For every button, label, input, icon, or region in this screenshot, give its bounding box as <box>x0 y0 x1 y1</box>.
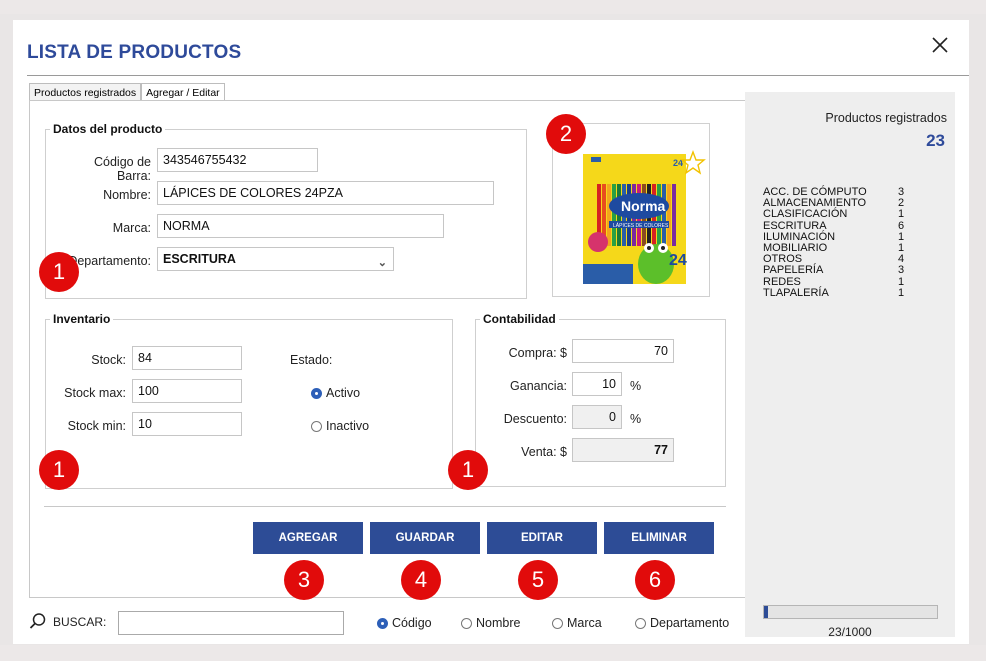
radio-unselected-icon <box>552 617 563 629</box>
search-input[interactable] <box>118 611 344 635</box>
search-option-label: Código <box>392 616 432 630</box>
search-label: BUSCAR: <box>53 615 107 629</box>
inventario-group: Inventario Stock: 84 Stock max: 100 Stoc… <box>45 312 453 489</box>
department-list: ACC. DE CÓMPUTO 3 ALMACENAMIENTO 2 CLASIFI… <box>763 186 923 299</box>
stock-min-input[interactable]: 10 <box>132 412 242 436</box>
annotation-badge-1-datos: 1 <box>39 252 79 292</box>
estado-label: Estado: <box>290 353 333 367</box>
tab-productos-registrados[interactable]: Productos registrados <box>29 83 142 101</box>
contabilidad-group: Contabilidad Compra: $ 70 Ganancia: 10 %… <box>475 312 726 487</box>
department-name: CLASIFICACIÓN <box>763 208 848 221</box>
department-name: TLAPALERÍA <box>763 286 829 299</box>
tab-panel-agregar-editar: Datos del producto Código de Barra: 3435… <box>29 100 749 600</box>
close-icon <box>932 37 948 53</box>
nombre-label: Nombre: <box>103 188 151 202</box>
stock-label: Stock: <box>91 353 126 367</box>
search-by-codigo-radio[interactable]: Código <box>377 616 432 630</box>
buttons-divider <box>44 506 726 507</box>
search-option-label: Marca <box>567 616 602 630</box>
radio-unselected-icon <box>635 617 646 629</box>
capacity-progress-bar <box>763 605 938 619</box>
descuento-input: 0 <box>572 405 622 429</box>
department-name: PAPELERÍA <box>763 264 824 277</box>
contabilidad-title: Contabilidad <box>480 312 559 326</box>
departamento-select[interactable]: ESCRITURA ⌄ <box>157 247 394 271</box>
estado-inactivo-label: Inactivo <box>326 419 370 433</box>
search-by-marca-radio[interactable]: Marca <box>552 616 602 630</box>
radio-selected-icon <box>377 617 388 629</box>
search-bar: BUSCAR: Código Nombre Marca Departamento <box>29 610 739 636</box>
annotation-badge-4-guardar: 4 <box>401 560 441 600</box>
eliminar-button[interactable]: ELIMINAR <box>604 522 714 554</box>
annotation-badge-6-eliminar: 6 <box>635 560 675 600</box>
stock-input[interactable]: 84 <box>132 346 242 370</box>
product-list-dialog: LISTA DE PRODUCTOS Productos registrados… <box>13 20 969 644</box>
tab-agregar-editar[interactable]: Agregar / Editar <box>141 83 225 101</box>
datos-producto-title: Datos del producto <box>50 122 166 136</box>
background-bottom-strip <box>0 645 986 661</box>
search-option-label: Nombre <box>476 616 521 630</box>
search-by-departamento-radio[interactable]: Departamento <box>635 616 729 630</box>
department-row: TLAPALERÍA 1 <box>763 286 923 299</box>
search-option-label: Departamento <box>650 616 730 630</box>
tab-strip: Productos registrados Agregar / Editar <box>29 83 225 101</box>
guardar-button[interactable]: GUARDAR <box>370 522 480 554</box>
nombre-input[interactable]: LÁPICES DE COLORES 24PZA <box>157 181 494 205</box>
radio-unselected-icon <box>311 420 322 432</box>
department-row: CLASIFICACIÓN 1 <box>763 209 923 220</box>
editar-button[interactable]: EDITAR <box>487 522 597 554</box>
stock-max-label: Stock max: <box>64 386 126 400</box>
stock-min-label: Stock min: <box>67 419 126 433</box>
product-subtitle: LÁPICES DE COLORES <box>613 222 669 229</box>
venta-output: 77 <box>572 438 674 462</box>
estado-activo-label: Activo <box>326 386 361 400</box>
stock-max-input[interactable]: 100 <box>132 379 242 403</box>
venta-label: Venta: $ <box>521 445 567 459</box>
capacity-progress-fill <box>764 606 768 618</box>
compra-input[interactable]: 70 <box>572 339 674 363</box>
agregar-button[interactable]: AGREGAR <box>253 522 363 554</box>
codigo-input[interactable]: 343546755432 <box>157 148 318 172</box>
radio-selected-icon <box>311 387 322 399</box>
annotation-badge-5-editar: 5 <box>518 560 558 600</box>
title-divider <box>27 75 969 76</box>
sidebar-total-count: 23 <box>926 131 945 150</box>
annotation-badge-1-contabilidad: 1 <box>448 450 488 490</box>
descuento-unit: % <box>630 412 642 426</box>
product-brand: Norma <box>621 198 666 214</box>
sidebar-title: Productos registrados <box>825 111 947 125</box>
chevron-down-icon: ⌄ <box>377 257 387 269</box>
department-count: 1 <box>898 286 905 299</box>
codigo-label: Código de Barra: <box>94 155 151 183</box>
department-row: PAPELERÍA 3 <box>763 265 923 276</box>
product-count: 24 <box>669 252 687 269</box>
estado-inactivo-radio[interactable]: Inactivo <box>311 419 369 433</box>
radio-unselected-icon <box>461 617 472 629</box>
department-count: 3 <box>898 264 905 277</box>
capacity-progress-label: 23/1000 <box>828 625 872 639</box>
registered-products-sidebar: Productos registrados 23 ACC. DE CÓMPUTO… <box>745 92 955 639</box>
marca-label: Marca: <box>112 221 151 235</box>
close-button[interactable] <box>929 34 951 56</box>
background-top-strip <box>0 0 986 14</box>
annotation-badge-2-imagen: 2 <box>546 114 586 154</box>
search-icon <box>29 613 46 629</box>
compra-label: Compra: $ <box>508 346 567 360</box>
estado-activo-radio[interactable]: Activo <box>311 386 360 400</box>
ganancia-input[interactable]: 10 <box>572 372 622 396</box>
search-by-nombre-radio[interactable]: Nombre <box>461 616 520 630</box>
descuento-label: Descuento: <box>503 412 567 426</box>
annotation-badge-3-agregar: 3 <box>284 560 324 600</box>
ganancia-label: Ganancia: <box>510 379 567 393</box>
departamento-value: ESCRITURA <box>163 252 236 266</box>
ganancia-unit: % <box>630 379 642 393</box>
department-count: 1 <box>898 208 905 221</box>
inventario-title: Inventario <box>50 312 114 326</box>
marca-input[interactable]: NORMA <box>157 214 444 238</box>
dialog-title: LISTA DE PRODUCTOS <box>27 42 242 63</box>
annotation-badge-1-inventario: 1 <box>39 450 79 490</box>
datos-producto-group: Datos del producto Código de Barra: 3435… <box>45 122 527 299</box>
